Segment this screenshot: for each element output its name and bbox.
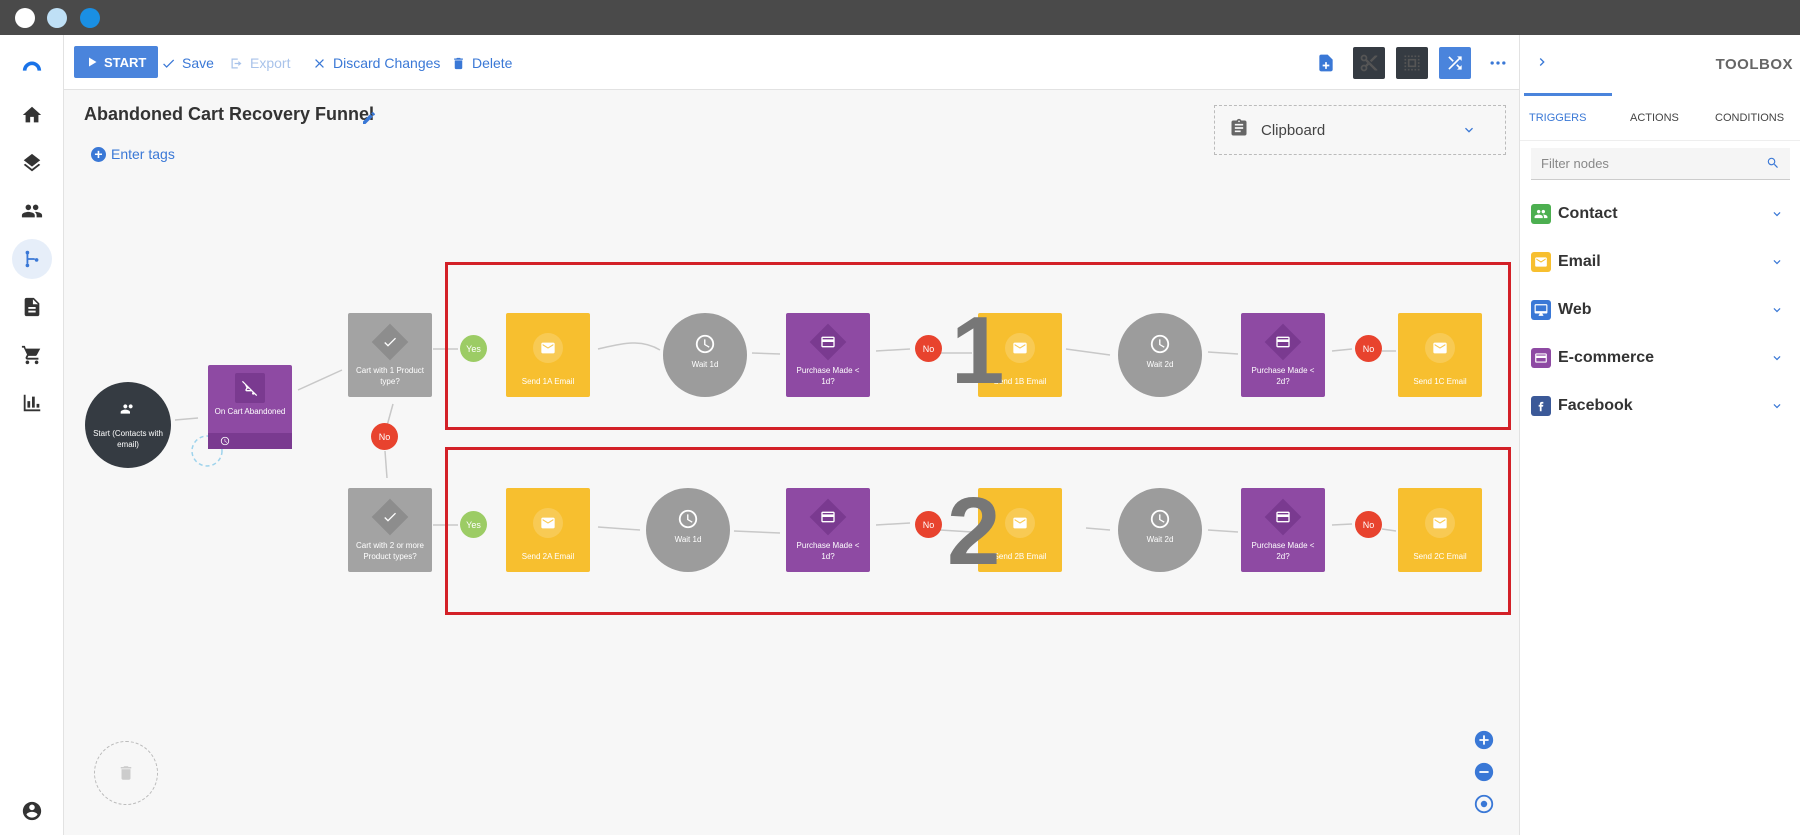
active-tab-indicator <box>1524 93 1612 96</box>
condition-label-1: Cart with 1 Product type? <box>355 366 425 386</box>
card-icon <box>1275 509 1291 525</box>
wait-node-label: Wait 2d <box>1146 535 1174 544</box>
trigger-footer <box>208 433 292 449</box>
purchase-check-label: Purchase Made < 2d? <box>1251 541 1315 561</box>
cart-off-icon <box>235 373 265 403</box>
purchase-check-label: Purchase Made < 1d? <box>796 541 860 561</box>
category-label: Contact <box>1558 205 1618 222</box>
filter-nodes-field <box>1531 148 1790 180</box>
trigger-node-label: On Cart Abandoned <box>214 407 286 416</box>
toolbox-panel: TOOLBOX TRIGGERS ACTIONS CONDITIONS Cont… <box>1519 35 1800 835</box>
annotation-number-2: 2 <box>947 478 1001 585</box>
wait-node[interactable]: Wait 1d <box>663 313 747 397</box>
purchase-check-label: Purchase Made < 1d? <box>796 366 860 386</box>
email-node[interactable]: Send 1A Email <box>506 313 590 397</box>
email-icon <box>1425 508 1455 538</box>
email-icon <box>1425 333 1455 363</box>
chevron-right-icon[interactable] <box>1534 54 1554 74</box>
category-ecommerce[interactable]: E-commerce <box>1531 343 1790 373</box>
email-icon <box>1531 252 1551 272</box>
condition-label-2: Cart with 2 or more Product types? <box>355 541 425 561</box>
clock-icon <box>1149 333 1171 355</box>
purchase-check-node[interactable]: Purchase Made < 1d? <box>786 488 870 572</box>
category-facebook[interactable]: Facebook <box>1531 391 1790 421</box>
chevron-down-icon <box>1770 207 1784 226</box>
no-badge: No <box>371 423 398 450</box>
trash-icon <box>120 766 132 780</box>
email-node-label: Send 1C Email <box>1413 377 1467 386</box>
clock-icon <box>220 436 230 446</box>
yes-badge: Yes <box>460 511 487 538</box>
email-icon <box>533 508 563 538</box>
purchase-check-label: Purchase Made < 2d? <box>1251 366 1315 386</box>
card-icon <box>1531 348 1551 368</box>
annotation-number-1: 1 <box>951 297 1005 404</box>
purchase-check-node[interactable]: Purchase Made < 2d? <box>1241 488 1325 572</box>
email-node-label: Send 1A Email <box>521 377 575 386</box>
no-badge: No <box>915 511 942 538</box>
category-label: Web <box>1558 301 1592 318</box>
category-email[interactable]: Email <box>1531 247 1790 277</box>
email-node-label: Send 2A Email <box>521 552 575 561</box>
tab-actions[interactable]: ACTIONS <box>1630 112 1679 124</box>
email-icon <box>1005 508 1035 538</box>
purchase-check-node[interactable]: Purchase Made < 2d? <box>1241 313 1325 397</box>
toolbox-tabs: TRIGGERS ACTIONS CONDITIONS <box>1520 93 1800 141</box>
wait-node[interactable]: Wait 2d <box>1118 313 1202 397</box>
chevron-down-icon <box>1770 303 1784 322</box>
monitor-icon <box>1531 300 1551 320</box>
category-contact[interactable]: Contact <box>1531 199 1790 229</box>
category-label: Email <box>1558 253 1601 270</box>
people-icon <box>1531 204 1551 224</box>
email-node-label: Send 2C Email <box>1413 552 1467 561</box>
email-icon <box>1005 333 1035 363</box>
tab-conditions[interactable]: CONDITIONS <box>1715 112 1784 124</box>
email-node[interactable]: Send 1C Email <box>1398 313 1482 397</box>
chevron-down-icon <box>1770 399 1784 418</box>
clock-icon <box>1149 508 1171 530</box>
card-icon <box>1275 334 1291 350</box>
zoom-in-icon[interactable] <box>1473 729 1495 751</box>
add-people-icon <box>113 394 143 424</box>
category-label: E-commerce <box>1558 349 1655 366</box>
search-icon[interactable] <box>1766 156 1780 175</box>
email-node[interactable]: Send 2A Email <box>506 488 590 572</box>
wait-node[interactable]: Wait 2d <box>1118 488 1202 572</box>
yes-badge: Yes <box>460 335 487 362</box>
no-badge: No <box>1355 511 1382 538</box>
recenter-icon[interactable] <box>1473 793 1495 815</box>
toolbox-header: TOOLBOX <box>1520 35 1800 93</box>
card-icon <box>820 509 836 525</box>
filter-nodes-input[interactable] <box>1531 148 1751 178</box>
wait-node-label: Wait 1d <box>674 535 702 544</box>
email-icon <box>533 333 563 363</box>
chevron-down-icon <box>1770 351 1784 370</box>
card-icon <box>820 334 836 350</box>
no-badge: No <box>915 335 942 362</box>
wait-node-label: Wait 1d <box>691 360 719 369</box>
wait-node[interactable]: Wait 1d <box>646 488 730 572</box>
trigger-node[interactable]: On Cart Abandoned <box>208 365 292 449</box>
delete-dropzone[interactable] <box>94 741 158 805</box>
condition-node-2[interactable]: Cart with 2 or more Product types? <box>348 488 432 572</box>
zoom-out-icon[interactable] <box>1473 761 1495 783</box>
email-node[interactable]: Send 2C Email <box>1398 488 1482 572</box>
purchase-check-node[interactable]: Purchase Made < 1d? <box>786 313 870 397</box>
clock-icon <box>694 333 716 355</box>
tab-triggers[interactable]: TRIGGERS <box>1529 112 1586 124</box>
check-icon <box>382 509 398 525</box>
condition-node-1[interactable]: Cart with 1 Product type? <box>348 313 432 397</box>
chevron-down-icon <box>1770 255 1784 274</box>
category-label: Facebook <box>1558 397 1633 414</box>
clock-icon <box>677 508 699 530</box>
toolbox-title: TOOLBOX <box>1715 56 1793 73</box>
facebook-icon <box>1531 396 1551 416</box>
category-web[interactable]: Web <box>1531 295 1790 325</box>
start-node[interactable]: Start (Contacts with email) <box>85 382 171 468</box>
no-badge: No <box>1355 335 1382 362</box>
check-icon <box>382 334 398 350</box>
wait-node-label: Wait 2d <box>1146 360 1174 369</box>
start-node-label: Start (Contacts with email) <box>93 429 163 449</box>
